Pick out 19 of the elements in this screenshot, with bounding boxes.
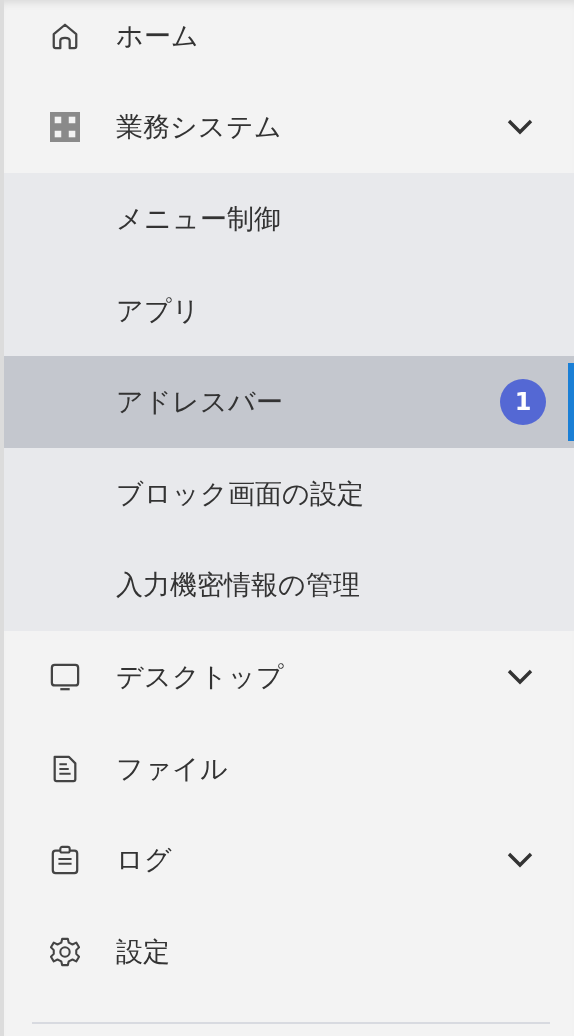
submenu-item[interactable]: アドレスバー 1 [4, 356, 574, 448]
count-badge: 1 [500, 379, 546, 426]
menu-item[interactable]: ファイル [4, 722, 574, 815]
chevron-down-icon [506, 118, 534, 137]
menu-item[interactable]: 設定 [4, 905, 574, 998]
submenu-item[interactable]: ブロック画面の設定 [4, 447, 574, 540]
menu-item[interactable]: ログ [4, 814, 574, 906]
settings-icon [50, 936, 80, 967]
menu-item[interactable]: 業務システム [4, 81, 574, 174]
menu-item[interactable]: ホーム [4, 0, 574, 82]
grid-icon [50, 112, 80, 143]
chevron-down-icon [506, 851, 534, 870]
chevron-down-icon [506, 667, 534, 686]
submenu-item[interactable]: メニュー制御 [4, 173, 574, 265]
monitor-icon [50, 661, 80, 692]
submenu-item[interactable]: アプリ [4, 264, 574, 357]
menu-item[interactable]: デスクトップ [4, 631, 574, 723]
clipboard-icon [50, 845, 80, 876]
submenu-item[interactable]: 入力機密情報の管理 [4, 539, 574, 632]
